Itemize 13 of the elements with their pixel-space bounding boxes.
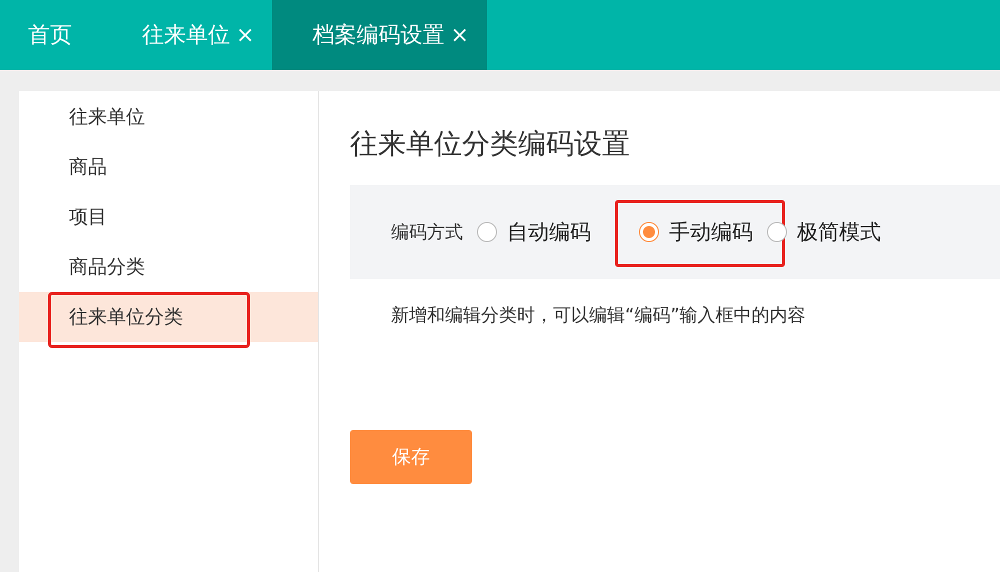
radio-option[interactable]: 极简模式 [767, 218, 881, 246]
radio-option[interactable]: 手动编码 [639, 218, 753, 246]
sidebar-item[interactable]: 商品分类 [19, 242, 318, 292]
page-title: 往来单位分类编码设置 [350, 126, 631, 162]
field-label: 编码方式 [391, 221, 463, 244]
sidebar-item[interactable]: 项目 [19, 192, 318, 242]
sidebar-item[interactable]: 商品 [19, 142, 318, 192]
radio-option[interactable]: 自动编码 [477, 218, 591, 246]
close-icon[interactable]: × [450, 22, 469, 48]
hint-text: 新增和编辑分类时，可以编辑“编码”输入框中的内容 [391, 304, 807, 327]
tab[interactable]: 档案编码设置 × [272, 0, 487, 70]
sidebar-item[interactable]: 往来单位分类 [19, 292, 318, 342]
sidebar-item[interactable]: 往来单位 [19, 92, 318, 142]
